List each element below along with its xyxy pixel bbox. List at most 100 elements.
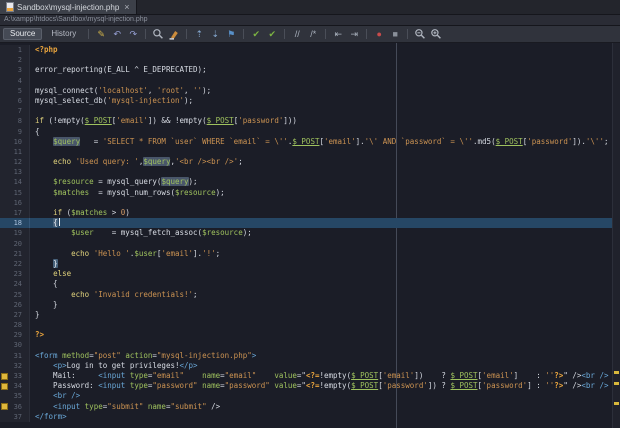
line-number[interactable]: 35 [0,391,30,401]
code-line[interactable]: 30 [0,340,620,350]
code-line[interactable]: 15 $matches = mysql_num_rows($resource); [0,188,620,198]
warning-icon[interactable] [1,403,8,410]
warning-icon[interactable] [1,383,8,390]
shift-left-icon[interactable]: ⇤ [331,27,345,41]
line-number[interactable]: 3 [0,65,30,75]
line-number[interactable]: 12 [0,157,30,167]
code-line[interactable]: 33 Mail: <input type="email" name="email… [0,371,620,381]
warning-stripe-mark[interactable] [614,371,619,374]
line-number[interactable]: 20 [0,239,30,249]
line-number[interactable]: 7 [0,106,30,116]
warning-icon[interactable] [1,373,8,380]
uncomment-icon[interactable]: /* [306,27,320,41]
forward-icon[interactable]: ↷ [126,27,140,41]
line-number[interactable]: 17 [0,208,30,218]
code-line[interactable]: 13 [0,167,620,177]
code-line[interactable]: 3error_reporting(E_ALL ^ E_DEPRECATED); [0,65,620,75]
code-line[interactable]: 16 [0,198,620,208]
source-view-button[interactable]: Source [3,28,42,40]
line-number[interactable]: 19 [0,228,30,238]
code-line[interactable]: 5mysql_connect('localhost', 'root', ''); [0,86,620,96]
start-macro-icon[interactable]: ● [372,27,386,41]
code-line[interactable]: 12 echo 'Used query: ',$query,'<br /><br… [0,157,620,167]
line-number[interactable]: 29 [0,330,30,340]
code-line[interactable]: 10 $query = 'SELECT * FROM `user` WHERE … [0,137,620,147]
line-number[interactable]: 31 [0,351,30,361]
code-line[interactable]: 14 $resource = mysql_query($query); [0,177,620,187]
line-number[interactable]: 5 [0,86,30,96]
code-line[interactable]: 32 <p>Log in to get privileges!</p> [0,361,620,371]
line-number[interactable]: 25 [0,290,30,300]
line-number[interactable]: 4 [0,76,30,86]
code-line[interactable]: 6mysql_select_db('mysql-injection'); [0,96,620,106]
history-view-button[interactable]: History [44,28,83,40]
line-number[interactable]: 21 [0,249,30,259]
file-tab[interactable]: Sandbox\mysql-injection.php × [0,0,137,14]
code-line[interactable]: 34 Password: <input type="password" name… [0,381,620,391]
code-line[interactable]: 8if (!empty($_POST['email']) && !empty($… [0,116,620,126]
line-number[interactable]: 15 [0,188,30,198]
line-number[interactable]: 36 [0,402,30,412]
code-line[interactable]: 29?> [0,330,620,340]
line-number[interactable]: 28 [0,320,30,330]
code-line[interactable]: 36 <input type="submit" name="submit" /> [0,402,620,412]
shift-right-icon[interactable]: ⇥ [347,27,361,41]
line-number[interactable]: 30 [0,340,30,350]
code-line[interactable]: 9{ [0,127,620,137]
line-number[interactable]: 1 [0,45,30,55]
code-line[interactable]: 20 [0,239,620,249]
zoom-in-icon[interactable] [429,27,443,41]
code-line[interactable]: 17 if ($matches > 0) [0,208,620,218]
line-number[interactable]: 18 [0,218,30,228]
line-number[interactable]: 37 [0,412,30,422]
zoom-out-icon[interactable] [413,27,427,41]
code-line[interactable]: 35 <br /> [0,391,620,401]
code-line[interactable]: 1<?php [0,45,620,55]
warning-stripe-mark[interactable] [614,402,619,405]
line-number[interactable]: 6 [0,96,30,106]
line-number[interactable]: 24 [0,279,30,289]
code-line[interactable]: 24 { [0,279,620,289]
code-editor[interactable]: 1<?php23error_reporting(E_ALL ^ E_DEPREC… [0,43,620,428]
tab-close-icon[interactable]: × [124,3,129,12]
code-line[interactable]: 27} [0,310,620,320]
comment-icon[interactable]: // [290,27,304,41]
last-edit-location-icon[interactable]: ✎ [94,27,108,41]
line-number[interactable]: 34 [0,381,30,391]
toggle-bookmark-icon[interactable]: ⚑ [224,27,238,41]
line-number[interactable]: 11 [0,147,30,157]
line-number[interactable]: 13 [0,167,30,177]
code-line[interactable]: 18 { [0,218,620,228]
line-number[interactable]: 10 [0,137,30,147]
previous-usage-icon[interactable]: ✔ [249,27,263,41]
code-line[interactable]: 21 echo 'Hello '.$user['email'].'!'; [0,249,620,259]
warning-stripe-mark[interactable] [614,382,619,385]
line-number[interactable]: 23 [0,269,30,279]
line-number[interactable]: 27 [0,310,30,320]
code-line[interactable]: 31<form method="post" action="mysql-inje… [0,351,620,361]
highlight-search-icon[interactable] [167,27,181,41]
line-number[interactable]: 2 [0,55,30,65]
code-line[interactable]: 28 [0,320,620,330]
code-line[interactable]: 25 echo 'Invalid credentials!'; [0,290,620,300]
line-number[interactable]: 22 [0,259,30,269]
line-number[interactable]: 16 [0,198,30,208]
code-line[interactable]: 19 $user = mysql_fetch_assoc($resource); [0,228,620,238]
code-line[interactable]: 7 [0,106,620,116]
next-usage-icon[interactable]: ✔ [265,27,279,41]
stop-macro-icon[interactable]: ■ [388,27,402,41]
code-line[interactable]: 22 } [0,259,620,269]
line-number[interactable]: 32 [0,361,30,371]
find-selection-icon[interactable] [151,27,165,41]
code-line[interactable]: 11 [0,147,620,157]
code-line[interactable]: 37</form> [0,412,620,422]
line-number[interactable]: 26 [0,300,30,310]
code-line[interactable]: 23 else [0,269,620,279]
code-line[interactable]: 2 [0,55,620,65]
line-number[interactable]: 9 [0,127,30,137]
previous-bookmark-icon[interactable]: ⇡ [192,27,206,41]
line-number[interactable]: 33 [0,371,30,381]
line-number[interactable]: 14 [0,177,30,187]
line-number[interactable]: 8 [0,116,30,126]
next-bookmark-icon[interactable]: ⇣ [208,27,222,41]
